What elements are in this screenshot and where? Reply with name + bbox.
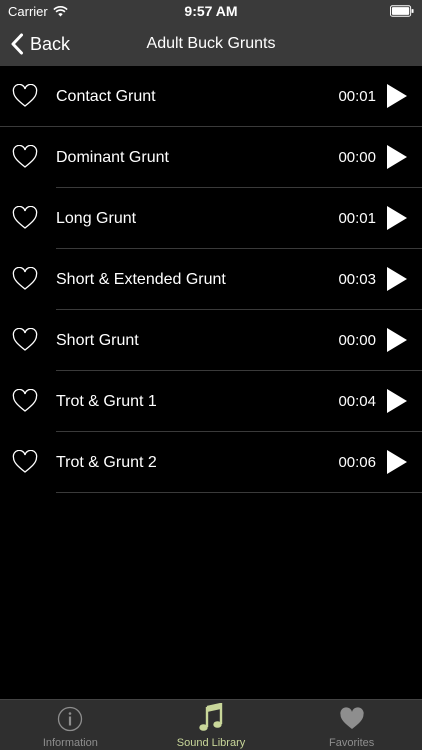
navigation-bar: Adult Buck Grunts Back <box>0 22 422 66</box>
sound-duration: 00:00 <box>338 332 376 349</box>
row-separator <box>56 492 422 493</box>
tab-sound-library[interactable]: Sound Library <box>141 700 282 750</box>
sound-list: Contact Grunt 00:01 Dominant Grunt 00:00… <box>0 66 422 493</box>
play-icon[interactable] <box>386 449 408 475</box>
heart-outline-icon[interactable] <box>12 206 38 230</box>
info-icon <box>58 706 83 732</box>
play-icon[interactable] <box>386 266 408 292</box>
list-item[interactable]: Dominant Grunt 00:00 <box>0 127 422 188</box>
list-item[interactable]: Short & Extended Grunt 00:03 <box>0 249 422 310</box>
back-button[interactable]: Back <box>10 22 70 66</box>
tab-label: Favorites <box>329 737 375 749</box>
heart-outline-icon[interactable] <box>12 450 38 474</box>
play-icon[interactable] <box>386 327 408 353</box>
back-label: Back <box>30 33 71 54</box>
heart-outline-icon[interactable] <box>12 145 38 169</box>
heart-outline-icon[interactable] <box>12 84 38 108</box>
status-bar: Carrier 9:57 AM <box>0 0 422 22</box>
sound-name: Long Grunt <box>56 210 137 227</box>
heart-outline-icon[interactable] <box>12 328 38 352</box>
battery-icon <box>390 5 414 17</box>
sound-duration: 00:01 <box>338 88 376 105</box>
list-item[interactable]: Long Grunt 00:01 <box>0 188 422 249</box>
sound-name: Trot & Grunt 1 <box>56 393 157 410</box>
sound-name: Short Grunt <box>56 332 139 349</box>
play-icon[interactable] <box>386 205 408 231</box>
sound-duration: 00:03 <box>338 271 376 288</box>
list-item[interactable]: Contact Grunt 00:01 <box>0 66 422 127</box>
screen: Carrier 9:57 AM Adult Buck Grunts Back C… <box>0 0 422 750</box>
list-item[interactable]: Short Grunt 00:00 <box>0 310 422 371</box>
sound-duration: 00:01 <box>338 210 376 227</box>
sound-name: Trot & Grunt 2 <box>56 454 157 471</box>
sound-name: Short & Extended Grunt <box>56 271 226 288</box>
status-time: 9:57 AM <box>184 3 238 19</box>
play-icon[interactable] <box>386 83 408 109</box>
play-icon[interactable] <box>386 388 408 414</box>
tab-label: Sound Library <box>176 737 246 749</box>
tab-information[interactable]: Information <box>0 700 141 750</box>
sound-duration: 00:00 <box>338 149 376 166</box>
music-note-icon <box>199 703 223 731</box>
heart-outline-icon[interactable] <box>12 267 38 291</box>
sound-name: Dominant Grunt <box>56 149 169 166</box>
tab-favorites[interactable]: Favorites <box>281 700 422 750</box>
sound-duration: 00:04 <box>338 393 376 410</box>
heart-icon <box>340 707 364 729</box>
chevron-left-icon <box>11 33 23 55</box>
play-icon[interactable] <box>386 144 408 170</box>
list-item[interactable]: Trot & Grunt 2 00:06 <box>0 432 422 493</box>
heart-outline-icon[interactable] <box>12 389 38 413</box>
tab-bar: Information Sound Library Favorites <box>0 699 422 750</box>
list-item[interactable]: Trot & Grunt 1 00:04 <box>0 371 422 432</box>
sound-name: Contact Grunt <box>56 88 156 105</box>
sound-duration: 00:06 <box>338 454 376 471</box>
tab-label: Information <box>42 737 98 749</box>
